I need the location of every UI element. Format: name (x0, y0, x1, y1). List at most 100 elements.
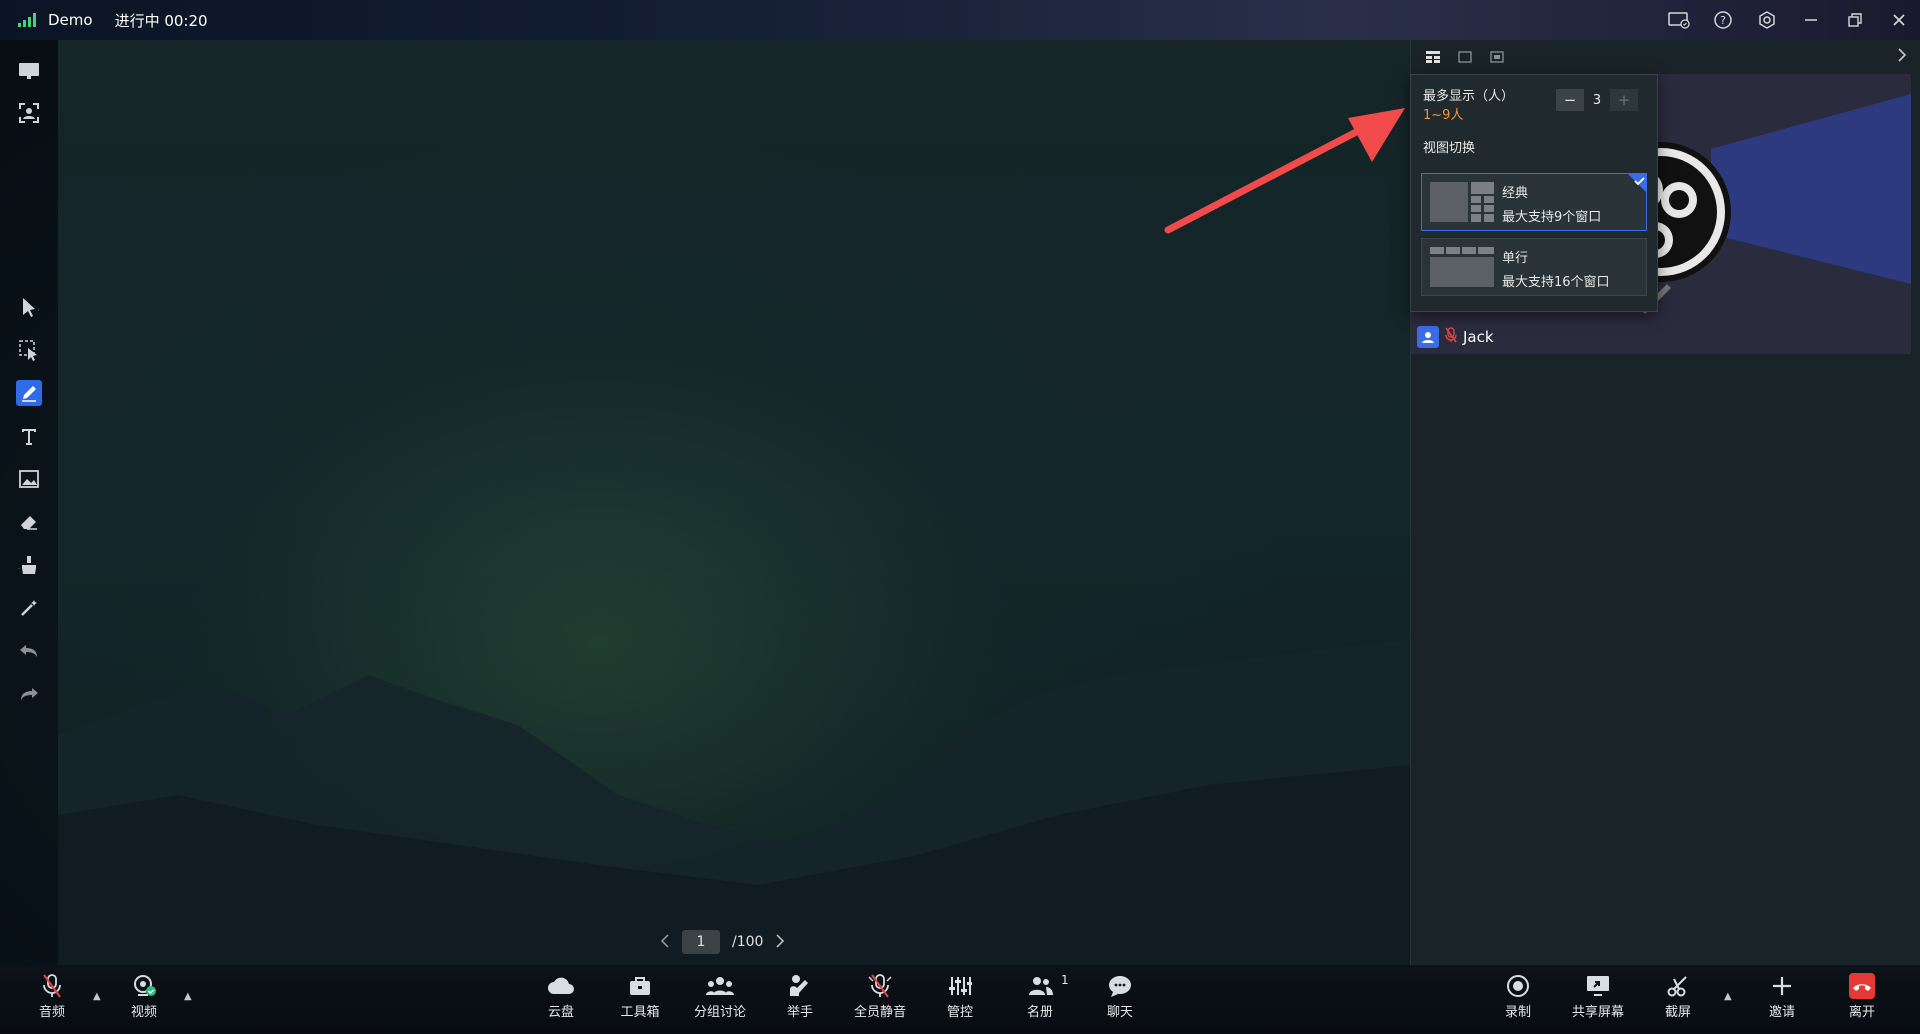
roster-count-badge: 1 (1061, 973, 1069, 987)
classic-layout-icon (1430, 182, 1494, 222)
raise-hand-label: 举手 (786, 1005, 813, 1020)
camera-icon (131, 971, 157, 1001)
mute-all-button[interactable]: 全员静音 (845, 971, 915, 1027)
record-button[interactable]: 录制 (1483, 971, 1553, 1027)
scissors-icon (1666, 971, 1690, 1001)
pen-icon[interactable] (16, 380, 42, 406)
group-icon (706, 971, 734, 1001)
layout-option-classic[interactable]: 经典 最大支持9个窗口 (1421, 173, 1647, 231)
total-pages: /100 (732, 934, 764, 950)
breakout-label: 分组讨论 (693, 1005, 746, 1020)
view-switch-label: 视图切换 (1423, 141, 1476, 156)
mountain-silhouette (58, 640, 1410, 965)
invite-label: 邀请 (1768, 1005, 1795, 1020)
pip-layout-icon[interactable] (1487, 48, 1507, 66)
minimize-icon[interactable] (1800, 9, 1822, 31)
control-button[interactable]: 管控 (925, 971, 995, 1027)
screenshot-options-caret-icon[interactable]: ▲ (1724, 991, 1732, 1002)
app-name: Demo (48, 11, 93, 29)
mute-all-icon (867, 971, 893, 1001)
select-area-icon[interactable] (16, 337, 42, 363)
layout-desc: 最大支持9个窗口 (1502, 210, 1602, 225)
video-options-caret-icon[interactable]: ▲ (184, 991, 192, 1002)
control-label: 管控 (946, 1005, 973, 1020)
layout-name: 经典 (1502, 186, 1529, 201)
max-display-label: 最多显示（人） (1423, 89, 1515, 104)
record-icon (1506, 971, 1530, 1001)
hang-up-icon (1848, 971, 1876, 1001)
roster-label: 名册 (1026, 1005, 1053, 1020)
title-bar: Demo 进行中 00:20 ? (0, 0, 1920, 40)
leave-label: 离开 (1848, 1005, 1875, 1020)
annotation-arrow (1164, 108, 1405, 234)
raise-hand-icon (787, 971, 813, 1001)
audio-options-caret-icon[interactable]: ▲ (93, 991, 101, 1002)
slides-icon[interactable] (16, 58, 42, 84)
participant-name: Jack (1463, 328, 1494, 346)
share-screen-button[interactable]: 共享屏幕 (1563, 971, 1633, 1027)
page-navigator: 1 /100 (660, 930, 785, 954)
next-page-icon[interactable] (775, 933, 785, 952)
face-frame-icon[interactable] (16, 100, 42, 126)
signal-strength-icon (18, 13, 36, 27)
audio-button[interactable]: 音频 (17, 971, 87, 1027)
max-display-stepper: − 3 + (1556, 89, 1638, 111)
screenshot-label: 截屏 (1664, 1005, 1691, 1020)
raise-hand-button[interactable]: 举手 (765, 971, 835, 1027)
clear-brush-icon[interactable] (16, 552, 42, 578)
leave-button[interactable]: 离开 (1827, 971, 1897, 1027)
svg-text:?: ? (1720, 14, 1726, 27)
video-button[interactable]: 视频 (109, 971, 179, 1027)
mute-all-label: 全员静音 (853, 1005, 906, 1020)
chat-button[interactable]: 聊天 (1085, 971, 1155, 1027)
redo-icon[interactable] (16, 681, 42, 707)
bottom-toolbar: 音频 ▲ 视频 ▲ 云盘 工具箱 分组讨论 举手 全员静音 管控 名册 1 聊天… (0, 965, 1920, 1034)
eraser-icon[interactable] (16, 509, 42, 535)
layout-desc: 最大支持16个窗口 (1502, 275, 1610, 290)
selected-check-icon (1627, 173, 1647, 193)
current-page-input[interactable]: 1 (682, 930, 720, 954)
layout-option-single-row[interactable]: 单行 最大支持16个窗口 (1421, 238, 1647, 296)
video-label: 视频 (130, 1005, 157, 1020)
record-label: 录制 (1504, 1005, 1531, 1020)
text-tool-icon[interactable] (16, 423, 42, 449)
chat-icon (1107, 971, 1133, 1001)
grid-layout-icon[interactable] (1423, 48, 1443, 66)
cast-screen-icon[interactable] (1668, 9, 1690, 31)
cloud-button[interactable]: 云盘 (526, 971, 596, 1027)
layout-settings-popup: 最多显示（人） 1~9人 − 3 + 视图切换 经典 最大支持9个窗口 单行 最… (1410, 74, 1658, 312)
undo-icon[interactable] (16, 638, 42, 664)
max-display-value[interactable]: 3 (1584, 93, 1610, 108)
single-row-layout-icon (1430, 247, 1494, 287)
prev-page-icon[interactable] (660, 933, 670, 952)
layout-name: 单行 (1502, 251, 1529, 266)
audio-label: 音频 (38, 1005, 65, 1020)
share-screen-icon (1585, 971, 1611, 1001)
speaker-layout-icon[interactable] (1455, 48, 1475, 66)
restore-icon[interactable] (1844, 9, 1866, 31)
mic-muted-icon (1445, 327, 1457, 347)
sliders-icon (948, 971, 972, 1001)
help-icon[interactable]: ? (1712, 9, 1734, 31)
window-controls: ? (1668, 0, 1910, 40)
toolbox-button[interactable]: 工具箱 (605, 971, 675, 1027)
close-icon[interactable] (1888, 9, 1910, 31)
increase-button[interactable]: + (1610, 89, 1638, 111)
layout-tabs (1411, 40, 1920, 74)
mic-muted-icon (41, 971, 63, 1001)
breakout-button[interactable]: 分组讨论 (685, 971, 755, 1027)
plus-icon (1771, 971, 1793, 1001)
invite-button[interactable]: 邀请 (1747, 971, 1817, 1027)
user-avatar-icon (1417, 326, 1439, 348)
collapse-panel-icon[interactable] (1897, 48, 1907, 66)
share-screen-label: 共享屏幕 (1571, 1005, 1624, 1020)
decrease-button[interactable]: − (1556, 89, 1584, 111)
magic-wand-icon[interactable] (16, 595, 42, 621)
toolbox-label: 工具箱 (620, 1005, 660, 1020)
max-display-range: 1~9人 (1423, 108, 1464, 123)
pointer-icon[interactable] (16, 294, 42, 320)
image-tool-icon[interactable] (16, 466, 42, 492)
participant-label: Jack (1417, 326, 1494, 348)
settings-icon[interactable] (1756, 9, 1778, 31)
screenshot-button[interactable]: 截屏 (1643, 971, 1713, 1027)
